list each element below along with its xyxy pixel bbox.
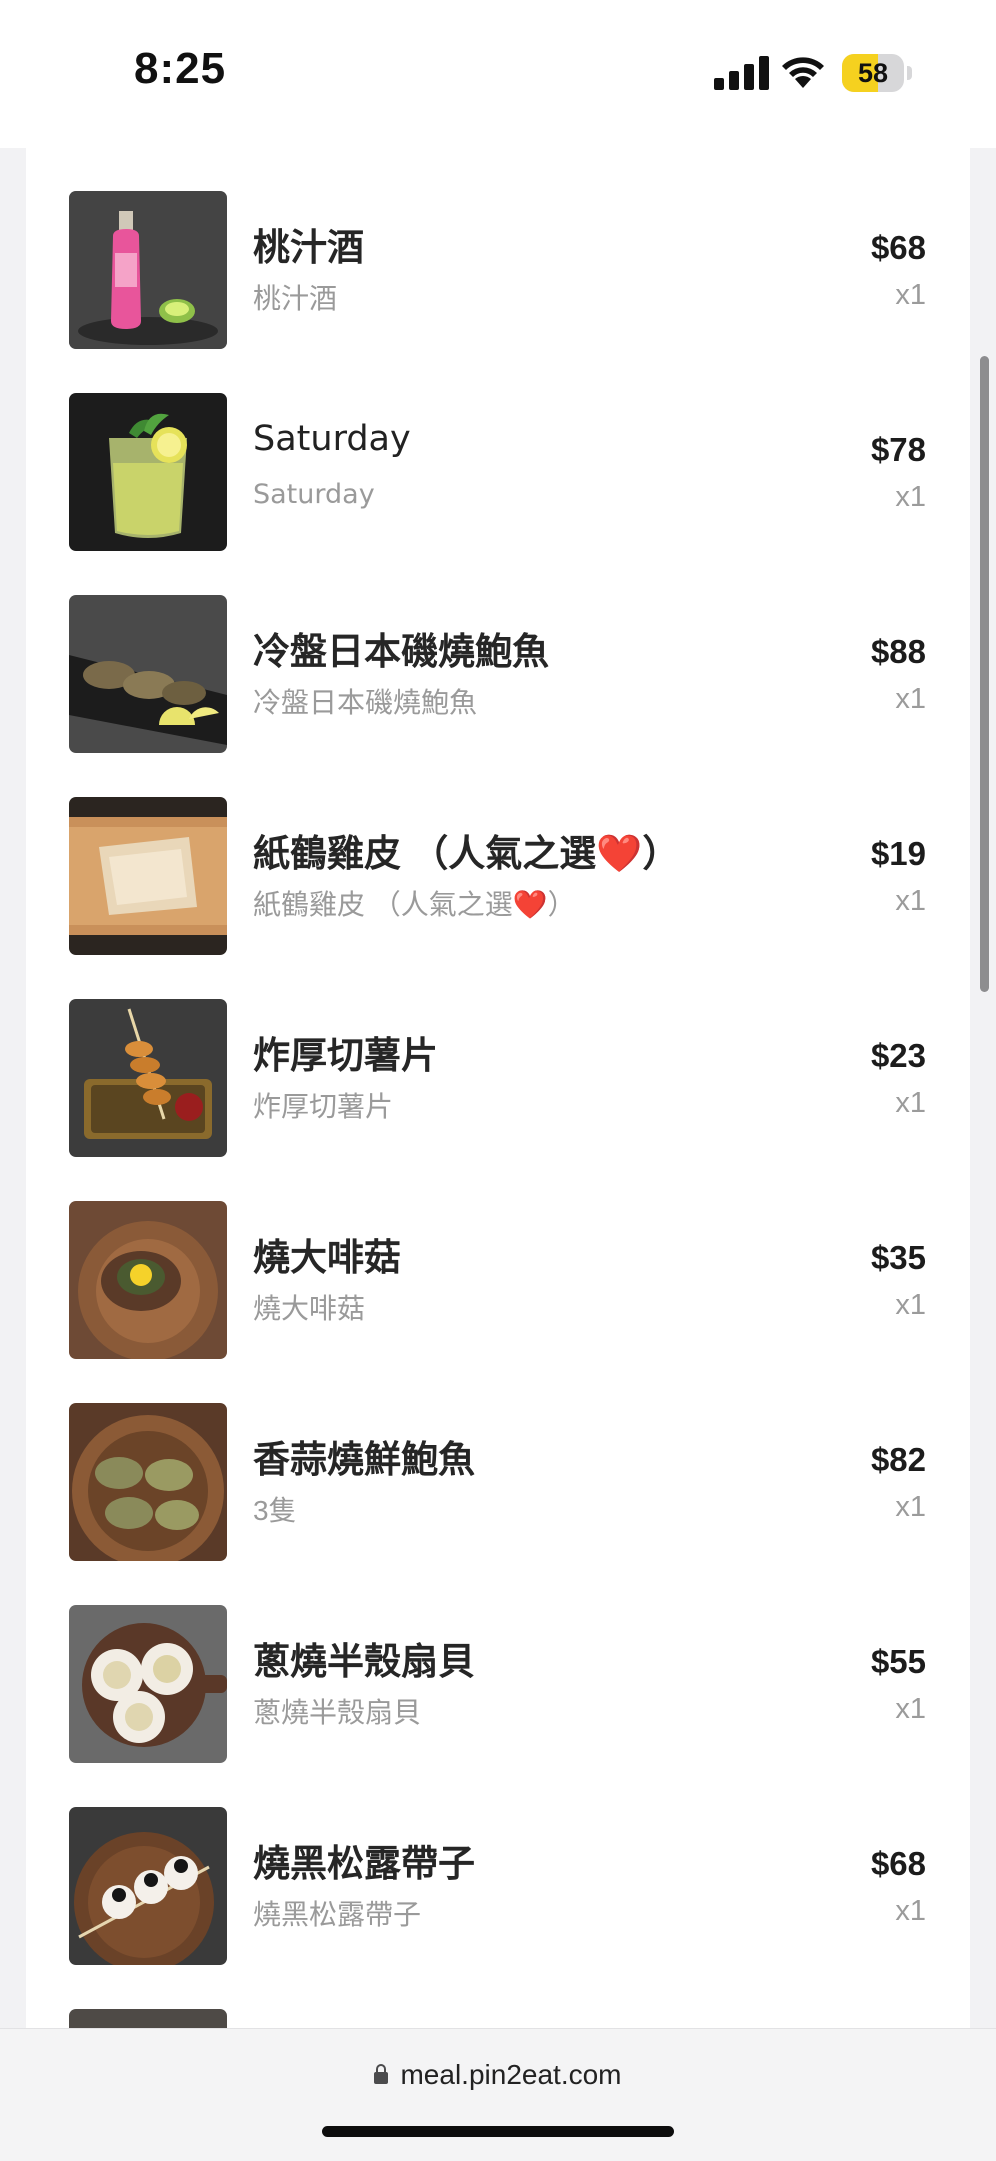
cellular-signal-icon [714,56,769,90]
item-name: 香蒜燒鮮鮑魚 [253,1439,475,1480]
garlic-abalone-image [69,1403,227,1561]
item-price: $68 [870,1845,926,1882]
heart-icon: ❤️ [512,889,548,920]
item-name: 紙鶴雞皮 （人氣之選❤️） [253,833,680,874]
browser-bottom-bar: meal.pin2eat.com [0,2028,996,2161]
order-item[interactable]: 桃汁酒 桃汁酒 $68 x1 [26,191,970,393]
item-price: $78 [870,431,926,468]
item-description: 燒大啡菇 [253,1293,366,1324]
order-item[interactable] [26,2009,970,2028]
truffle-scallop-skewer-image [69,1807,227,1965]
order-list[interactable]: 桃汁酒 桃汁酒 $68 x1 Saturday Saturday $78 x1 [26,148,970,2028]
item-quantity: x1 [895,481,926,513]
item-price: $55 [870,1643,926,1680]
item-description: 燒黑松露帶子 [253,1899,422,1930]
order-item[interactable]: 炸厚切薯片 炸厚切薯片 $23 x1 [26,999,970,1201]
spiral-potato-fries-image [69,999,227,1157]
scrollbar[interactable] [980,356,989,992]
order-item[interactable]: 燒黑松露帶子 燒黑松露帶子 $68 x1 [26,1807,970,2009]
status-bar: 8:25 58 [0,0,996,148]
battery-icon: 58 [842,54,912,92]
url-bar[interactable]: meal.pin2eat.com [0,2059,996,2091]
mint-lime-cocktail-image [69,393,227,551]
item-name: 炸厚切薯片 [253,1035,438,1076]
item-quantity: x1 [895,1895,926,1927]
item-name: 蔥燒半殼扇貝 [253,1641,475,1682]
order-item[interactable]: 冷盤日本磯燒鮑魚 冷盤日本磯燒鮑魚 $88 x1 [26,595,970,797]
lock-icon [374,2064,389,2084]
item-description: 3隻 [253,1495,297,1526]
next-item-image [69,2009,227,2028]
item-name: 冷盤日本磯燒鮑魚 [253,631,549,672]
item-price: $68 [870,229,926,266]
item-quantity: x1 [895,1491,926,1523]
battery-percentage: 58 [857,58,889,88]
item-name: Saturday [253,419,411,459]
cold-abalone-with-lemon-image [69,595,227,753]
item-description: 紙鶴雞皮 （人氣之選❤️） [253,889,576,920]
home-indicator[interactable] [322,2126,674,2137]
item-price: $88 [870,633,926,670]
item-description: 冷盤日本磯燒鮑魚 [253,687,478,718]
crispy-chicken-skin-image [69,797,227,955]
item-price: $82 [870,1441,926,1478]
item-price: $35 [870,1239,926,1276]
item-quantity: x1 [895,1087,926,1119]
scallop-half-shell-image [69,1605,227,1763]
order-item[interactable]: 燒大啡菇 燒大啡菇 $35 x1 [26,1201,970,1403]
order-item[interactable]: 香蒜燒鮮鮑魚 3隻 $82 x1 [26,1403,970,1605]
item-name: 燒黑松露帶子 [253,1843,475,1884]
item-quantity: x1 [895,279,926,311]
url-text: meal.pin2eat.com [400,2059,622,2090]
item-description: 炸厚切薯片 [253,1091,394,1122]
order-item[interactable]: 紙鶴雞皮 （人氣之選❤️） 紙鶴雞皮 （人氣之選❤️） $19 x1 [26,797,970,999]
item-quantity: x1 [895,1289,926,1321]
item-description: 桃汁酒 [253,283,338,314]
order-item[interactable]: 蔥燒半殼扇貝 蔥燒半殼扇貝 $55 x1 [26,1605,970,1807]
item-quantity: x1 [895,885,926,917]
item-price: $23 [870,1037,926,1074]
peach-liquor-bottle-image [69,191,227,349]
item-name: 燒大啡菇 [253,1237,401,1278]
item-quantity: x1 [895,1693,926,1725]
item-quantity: x1 [895,683,926,715]
grilled-mushroom-egg-image [69,1201,227,1359]
heart-icon: ❤️ [596,833,643,874]
status-time: 8:25 [134,44,227,93]
item-description: 蔥燒半殼扇貝 [253,1697,422,1728]
item-name: 桃汁酒 [253,227,364,268]
item-description: Saturday [253,479,375,510]
order-item[interactable]: Saturday Saturday $78 x1 [26,393,970,595]
wifi-icon [782,57,824,88]
item-price: $19 [870,835,926,872]
